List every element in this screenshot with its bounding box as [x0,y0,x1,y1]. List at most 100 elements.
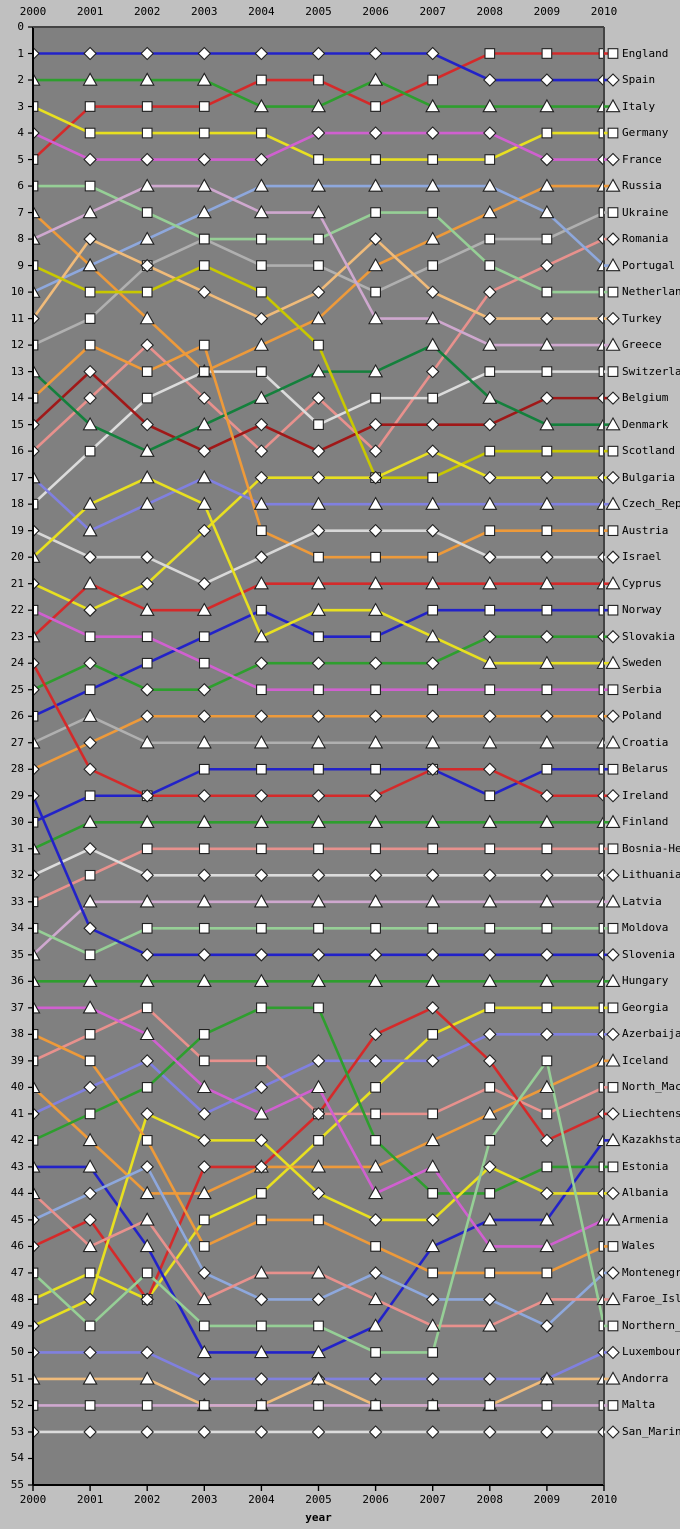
y-tick-label-22: 22 [10,603,24,617]
x-tick-label-top-2007: 2007 [419,5,446,18]
legend-label-hungary[interactable]: Hungary [622,974,668,987]
square-marker [607,684,619,696]
square-marker [198,1241,210,1252]
legend-label-belgium[interactable]: Belgium [622,391,668,404]
legend-label-finland[interactable]: Finland [622,815,668,828]
square-marker [256,233,267,245]
legend-label-czech_repub[interactable]: Czech_Repub [622,497,680,510]
legend-label-slovakia[interactable]: Slovakia [622,630,675,643]
square-marker [427,1108,439,1120]
legend-label-wales[interactable]: Wales [622,1239,655,1252]
legend-label-cyprus[interactable]: Cyprus [622,577,662,590]
square-marker [256,1400,267,1411]
square-marker [541,1161,553,1173]
diamond-marker [606,550,620,564]
square-marker [198,1320,210,1332]
legend-label-germany[interactable]: Germany [622,126,668,139]
diamond-marker [606,948,620,962]
square-marker [84,1028,96,1040]
legend-label-bosnia-herzo[interactable]: Bosnia-Herzo [622,842,680,855]
square-marker [256,763,267,775]
legend-label-estonia[interactable]: Estonia [622,1160,668,1173]
square-marker [313,1135,324,1146]
legend-label-northern_ire[interactable]: Northern_Ire [622,1319,680,1332]
y-tick-label-51: 51 [10,1371,24,1385]
legend-label-ukraine[interactable]: Ukraine [622,206,668,219]
legend-label-ireland[interactable]: Ireland [622,789,668,802]
legend-label-north_macedo[interactable]: North_Macedo [622,1080,680,1093]
square-marker [370,551,381,563]
legend-label-switzerland[interactable]: Switzerland [622,365,680,378]
legend-label-spain[interactable]: Spain [622,73,655,86]
square-marker [370,1135,381,1146]
square-marker [141,657,153,669]
y-tick-label-9: 9 [17,258,24,272]
x-tick-label-top-2008: 2008 [476,5,504,18]
legend-label-scotland[interactable]: Scotland [622,444,675,457]
legend-label-malta[interactable]: Malta [622,1398,655,1411]
legend-label-latvia[interactable]: Latvia [622,895,662,908]
square-marker [484,154,496,165]
legend-label-kazakhstan[interactable]: Kazakhstan [622,1133,680,1146]
legend-label-sweden[interactable]: Sweden [622,656,662,669]
square-marker [427,154,439,165]
legend-label-greece[interactable]: Greece [622,338,662,351]
legend-label-italy[interactable]: Italy [622,100,655,113]
legend-label-albania[interactable]: Albania [622,1186,668,1199]
legend-label-serbia[interactable]: Serbia [622,683,662,696]
square-marker [313,922,324,934]
square-marker [541,922,553,934]
legend-label-norway[interactable]: Norway [622,603,662,616]
square-marker [313,419,324,430]
legend-label-luxembourg[interactable]: Luxembourg [622,1345,680,1358]
square-marker [141,843,153,855]
legend-label-israel[interactable]: Israel [622,550,662,563]
square-marker [541,1400,553,1411]
legend-label-turkey[interactable]: Turkey [622,312,662,325]
square-marker [256,604,267,616]
legend-label-bulgaria[interactable]: Bulgaria [622,471,675,484]
square-marker [198,1214,210,1226]
legend-label-georgia[interactable]: Georgia [622,1001,668,1014]
legend-label-france[interactable]: France [622,153,662,166]
legend-label-romania[interactable]: Romania [622,232,668,245]
y-tick-label-35: 35 [10,947,24,961]
legend-label-andorra[interactable]: Andorra [622,1372,668,1385]
square-marker [198,1028,210,1040]
legend-label-belarus[interactable]: Belarus [622,762,668,775]
y-tick-label-37: 37 [10,1000,24,1014]
legend-label-azerbaijan[interactable]: Azerbaijan [622,1027,680,1040]
legend-label-croatia[interactable]: Croatia [622,736,668,749]
square-marker [256,74,267,86]
square-marker [607,763,619,775]
diamond-marker [606,1107,620,1121]
legend-label-austria[interactable]: Austria [622,524,668,537]
square-marker [541,366,553,377]
y-tick-label-44: 44 [10,1186,24,1200]
legend-label-faroe_island[interactable]: Faroe_Island [622,1292,680,1305]
x-tick-label-top-2005: 2005 [305,5,332,18]
legend-label-poland[interactable]: Poland [622,709,662,722]
square-marker [198,843,210,855]
legend-label-armenia[interactable]: Armenia [622,1213,668,1226]
legend-label-liechtenstei[interactable]: Liechtenstei [622,1107,680,1120]
square-marker [256,286,267,298]
square-marker [484,1188,496,1199]
legend-label-portugal[interactable]: Portugal [622,259,675,272]
square-marker [541,1267,553,1279]
legend-label-england[interactable]: England [622,47,668,60]
square-marker [370,1108,381,1120]
legend-label-slovenia[interactable]: Slovenia [622,948,675,961]
diamond-marker [606,391,620,405]
legend-label-san_marino[interactable]: San_Marino [622,1425,680,1438]
legend-label-moldova[interactable]: Moldova [622,921,668,934]
legend-label-montenegro[interactable]: Montenegro [622,1266,680,1279]
square-marker [313,154,324,165]
square-marker [313,843,324,855]
legend-label-lithuania[interactable]: Lithuania [622,868,680,881]
legend-label-denmark[interactable]: Denmark [622,418,668,431]
square-marker [607,922,619,934]
legend-label-netherlands[interactable]: Netherlands [622,285,680,298]
legend-label-russia[interactable]: Russia [622,179,662,192]
legend-label-iceland[interactable]: Iceland [622,1054,668,1067]
